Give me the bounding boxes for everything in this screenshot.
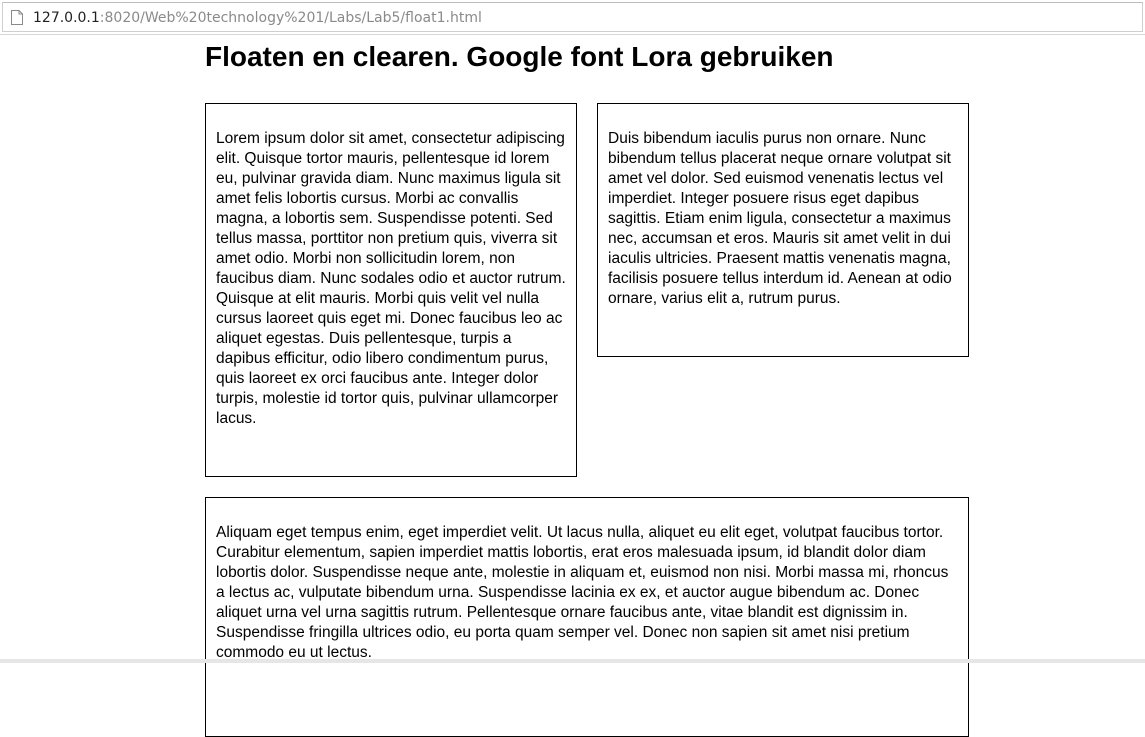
cleared-box-text: Aliquam eget tempus enim, eget imperdiet…	[216, 524, 949, 661]
page-title: Floaten en clearen. Google font Lora geb…	[205, 41, 834, 72]
window-bottom-edge	[0, 659, 1145, 663]
url-path: :8020/Web%20technology%201/Labs/Lab5/flo…	[99, 10, 482, 26]
cleared-box: Aliquam eget tempus enim, eget imperdiet…	[205, 497, 969, 737]
float-box-right-text: Duis bibendum iaculis purus non ornare. …	[608, 130, 952, 307]
url-host: 127.0.0.1	[33, 10, 100, 26]
float-box-left-text: Lorem ipsum dolor sit amet, consectetur …	[216, 130, 566, 427]
page-icon	[11, 10, 23, 25]
float-box-left: Lorem ipsum dolor sit amet, consectetur …	[205, 103, 577, 477]
browser-address-bar: 127.0.0.1:8020/Web%20technology%201/Labs…	[0, 0, 1145, 35]
float-box-right: Duis bibendum iaculis purus non ornare. …	[597, 103, 969, 357]
url-field[interactable]: 127.0.0.1:8020/Web%20technology%201/Labs…	[2, 2, 1143, 32]
url-text[interactable]: 127.0.0.1:8020/Web%20technology%201/Labs…	[33, 10, 482, 26]
